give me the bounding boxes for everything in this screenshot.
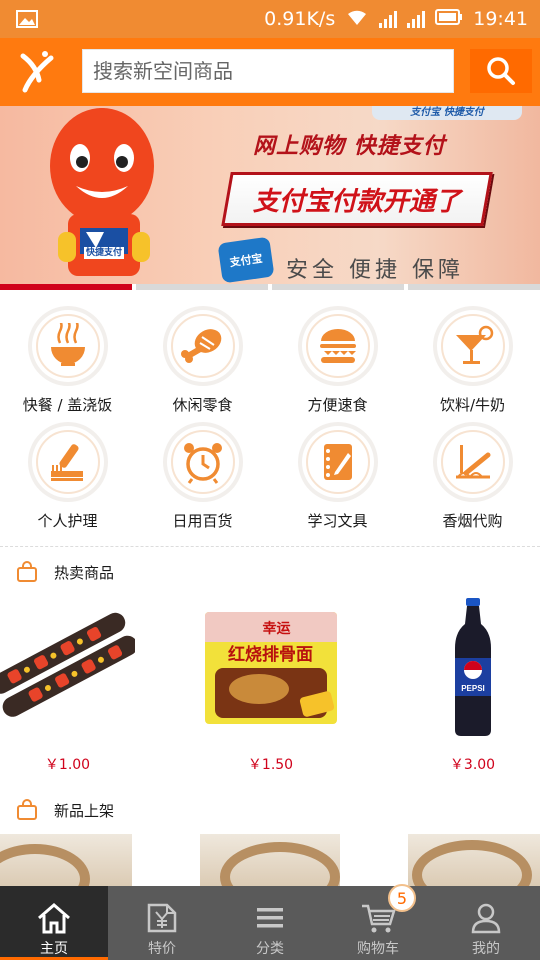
- status-bar: 0.91K/s 19:41: [0, 0, 540, 38]
- tab-label: 分类: [256, 941, 284, 957]
- burger-icon: [319, 329, 356, 363]
- network-speed: 0.91K/s: [264, 8, 336, 30]
- product-image-sausage: [0, 598, 135, 738]
- search-box[interactable]: [82, 49, 454, 93]
- product-image-noodles: 幸运 红烧排骨面: [203, 598, 338, 738]
- product-price: ￥3.00: [449, 757, 496, 773]
- noodle-bowl-icon: [50, 323, 85, 366]
- tab-cart[interactable]: 购物车 5: [324, 884, 432, 960]
- banner-dot[interactable]: [272, 284, 404, 290]
- hot-products-list: ￥1.00 幸运 红烧排骨面 ￥1.50 PEPSI ￥3.00: [0, 598, 540, 778]
- meat-leg-icon: [180, 329, 221, 363]
- new-product-card[interactable]: [0, 834, 132, 886]
- category-daily-goods[interactable]: 日用百货: [135, 416, 270, 532]
- banner-dot[interactable]: [408, 284, 540, 290]
- section-divider: [0, 546, 540, 547]
- banner-callout-text: 支付宝付款开通了: [252, 186, 461, 217]
- product-card[interactable]: PEPSI ￥3.00: [405, 598, 540, 778]
- category-label: 饮料/牛奶: [439, 396, 506, 414]
- tab-home[interactable]: 主页: [0, 886, 108, 960]
- product-price: ￥1.00: [44, 757, 91, 773]
- user-icon: [471, 903, 501, 934]
- tab-specials[interactable]: 特价: [108, 886, 216, 960]
- signal-icon-2: [407, 10, 426, 28]
- price-tag-icon: [147, 903, 177, 933]
- section-title: 热卖商品: [54, 563, 115, 582]
- noodle-name: 红烧排骨面: [228, 645, 313, 665]
- category-cigarettes[interactable]: 香烟代购: [405, 416, 540, 532]
- category-grid: 快餐 / 盖浇饭 休闲零食 方便速食 饮料/牛奶 个人护理 日用百货 学习文具 …: [0, 300, 540, 544]
- category-label: 个人护理: [37, 512, 98, 530]
- cocktail-icon: [455, 325, 493, 364]
- notebook-pen-icon: [323, 444, 352, 480]
- section-title: 新品上架: [54, 801, 115, 820]
- search-input[interactable]: [93, 50, 453, 92]
- product-card[interactable]: 幸运 红烧排骨面 ￥1.50: [203, 598, 338, 778]
- product-card[interactable]: ￥1.00: [0, 598, 135, 778]
- new-products-list: [0, 834, 540, 886]
- tab-categories[interactable]: 分类: [216, 886, 324, 960]
- menu-icon: [257, 908, 283, 928]
- toothbrush-icon: [50, 444, 83, 481]
- signal-icon: [379, 10, 398, 28]
- clock: 19:41: [473, 8, 528, 30]
- banner-callout: 支付宝付款开通了: [221, 172, 493, 226]
- new-product-card[interactable]: [200, 834, 340, 886]
- category-label: 学习文具: [307, 512, 368, 530]
- category-personal-care[interactable]: 个人护理: [0, 416, 135, 532]
- category-label: 日用百货: [172, 512, 233, 530]
- tab-label: 特价: [148, 941, 176, 957]
- gallery-notification-icon: [16, 9, 38, 29]
- bottom-tab-bar: 主页 特价 分类 购物车 5 我的: [0, 884, 540, 960]
- category-label: 快餐 / 盖浇饭: [22, 396, 113, 414]
- banner-dot[interactable]: [136, 284, 268, 290]
- alipay-logo: 支付宝: [217, 236, 275, 284]
- shopping-bag-icon: [17, 799, 37, 820]
- product-price: ￥1.50: [247, 757, 294, 773]
- category-label: 方便速食: [307, 396, 368, 414]
- search-button[interactable]: [470, 49, 532, 93]
- battery-icon: [435, 8, 463, 30]
- alarm-clock-icon: [183, 443, 222, 484]
- product-image-cola: PEPSI: [405, 598, 540, 738]
- cart-count-badge: 5: [388, 884, 416, 912]
- new-products-header: 新品上架: [0, 790, 540, 830]
- category-label: 香烟代购: [442, 512, 503, 530]
- category-fast-food[interactable]: 快餐 / 盖浇饭: [0, 300, 135, 416]
- tab-label: 主页: [40, 941, 68, 957]
- category-label: 休闲零食: [172, 396, 233, 414]
- category-instant-food[interactable]: 方便速食: [270, 300, 405, 416]
- new-product-card[interactable]: [408, 834, 540, 886]
- banner-top-badge: 支付宝 快捷支付: [372, 106, 522, 120]
- app-header: [0, 38, 540, 106]
- banner-tagline: 安全 便捷 保障: [286, 258, 464, 283]
- tab-label: 购物车: [357, 941, 399, 957]
- hot-products-header: 热卖商品: [0, 552, 540, 592]
- category-snacks[interactable]: 休闲零食: [135, 300, 270, 416]
- cola-label: PEPSI: [461, 684, 485, 693]
- home-icon: [38, 903, 70, 934]
- banner-pager: [0, 284, 540, 290]
- cigarette-icon: [455, 445, 490, 479]
- app-screen: 0.91K/s 19:41 支付宝 快捷: [0, 0, 540, 960]
- mascot-badge: 快捷支付: [84, 247, 124, 259]
- search-icon: [487, 57, 515, 85]
- banner-headline: 网上购物 快捷支付: [253, 134, 446, 159]
- tab-profile[interactable]: 我的: [432, 886, 540, 960]
- shopping-bag-icon: [17, 561, 37, 582]
- noodle-brand: 幸运: [262, 621, 291, 637]
- banner-dot[interactable]: [0, 284, 132, 290]
- promo-banner[interactable]: 支付宝 快捷支付 快捷支付 网上购物 快捷支付 支付宝付款开通了 支付宝 安全 …: [0, 106, 540, 284]
- category-stationery[interactable]: 学习文具: [270, 416, 405, 532]
- category-drinks[interactable]: 饮料/牛奶: [405, 300, 540, 416]
- app-logo[interactable]: [0, 38, 74, 106]
- wifi-icon: [345, 8, 369, 31]
- tab-label: 我的: [472, 941, 500, 957]
